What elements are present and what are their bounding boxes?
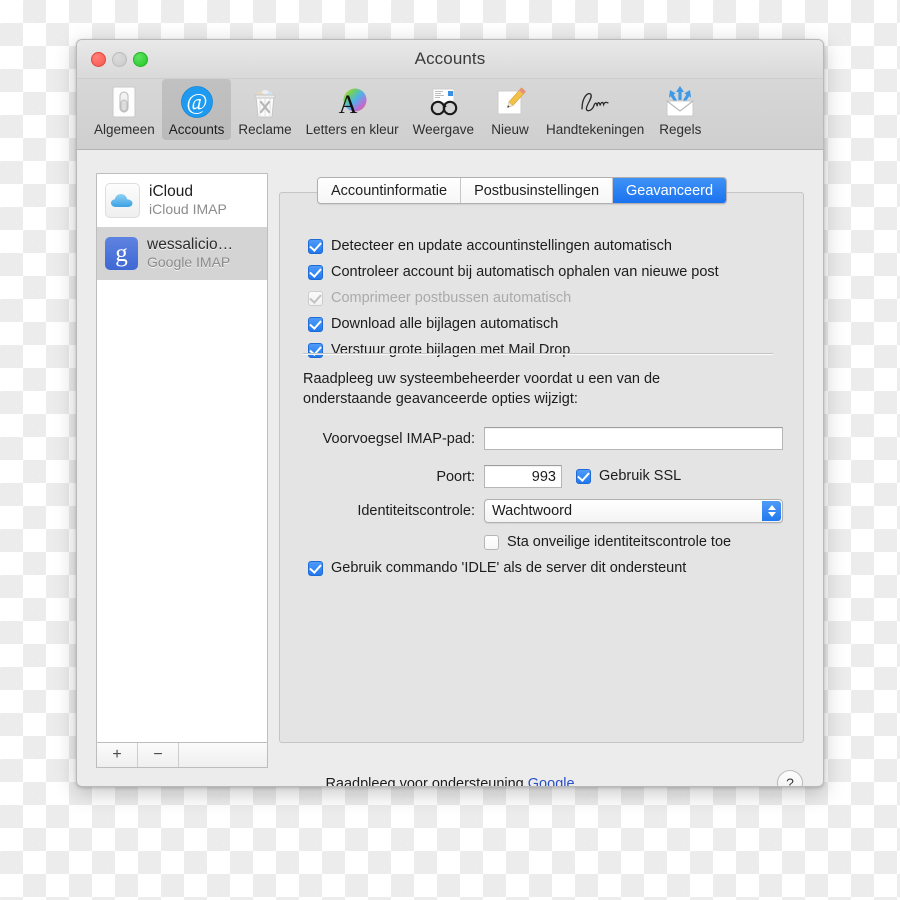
section-divider bbox=[303, 353, 773, 354]
account-type: Google IMAP bbox=[147, 254, 233, 271]
port-label: Poort: bbox=[303, 469, 475, 485]
accounts-list-footer: + − bbox=[96, 743, 268, 768]
toolbar-label: Accounts bbox=[169, 122, 225, 137]
authentication-row: Identiteitscontrole: Wachtwoord bbox=[303, 499, 783, 523]
account-name: wessalicio… bbox=[147, 236, 233, 254]
account-name: iCloud bbox=[149, 183, 227, 201]
toolbar-item-algemeen[interactable]: Algemeen bbox=[87, 79, 162, 140]
authentication-select[interactable]: Wachtwoord bbox=[484, 499, 783, 523]
toolbar-label: Weergave bbox=[413, 122, 474, 137]
svg-text:@: @ bbox=[186, 90, 207, 115]
remove-account-button[interactable]: − bbox=[138, 743, 179, 767]
imap-prefix-input[interactable] bbox=[484, 427, 783, 450]
insecure-auth-row[interactable]: Sta onveilige identiteitscontrole toe bbox=[484, 533, 731, 552]
port-input[interactable]: 993 bbox=[484, 465, 562, 488]
account-text: iCloud iCloud IMAP bbox=[149, 183, 227, 218]
insecure-auth-label: Sta onveilige identiteitscontrole toe bbox=[507, 533, 731, 552]
junk-trash-icon bbox=[246, 83, 284, 121]
add-account-button[interactable]: + bbox=[97, 743, 138, 767]
checkbox-use-ssl[interactable] bbox=[576, 469, 591, 484]
svg-text:A: A bbox=[339, 90, 358, 119]
account-text: wessalicio… Google IMAP bbox=[147, 236, 233, 271]
signature-icon bbox=[576, 83, 614, 121]
checkbox-label: Comprimeer postbussen automatisch bbox=[331, 289, 571, 308]
checkbox-row-compact-mailboxes: Comprimeer postbussen automatisch bbox=[308, 289, 778, 308]
preferences-toolbar: Algemeen @ Accounts bbox=[77, 79, 823, 150]
window-title: Accounts bbox=[77, 49, 823, 69]
google-icon: g bbox=[105, 237, 138, 270]
checkbox-detect-update[interactable] bbox=[308, 239, 323, 254]
account-type: iCloud IMAP bbox=[149, 201, 227, 218]
toolbar-label: Reclame bbox=[238, 122, 291, 137]
toolbar-label: Handtekeningen bbox=[546, 122, 644, 137]
toolbar-item-weergave[interactable]: Weergave bbox=[406, 79, 481, 140]
toolbar-item-reclame[interactable]: Reclame bbox=[231, 79, 298, 140]
checkbox-mail-drop[interactable] bbox=[308, 343, 323, 358]
rules-envelope-icon bbox=[661, 83, 699, 121]
authentication-value: Wachtwoord bbox=[485, 503, 572, 519]
accounts-list[interactable]: iCloud iCloud IMAP g wessalicio… Google … bbox=[96, 173, 268, 743]
port-row: Poort: 993 Gebruik SSL bbox=[303, 465, 783, 488]
ssl-checkbox-row[interactable]: Gebruik SSL bbox=[576, 467, 681, 486]
toolbar-item-nieuw[interactable]: Nieuw bbox=[481, 79, 539, 140]
settings-tabs: Accountinformatie Postbusinstellingen Ge… bbox=[317, 177, 727, 204]
tab-accountinformatie[interactable]: Accountinformatie bbox=[318, 178, 461, 203]
checkbox-download-attachments[interactable] bbox=[308, 317, 323, 332]
window-titlebar: Accounts bbox=[77, 40, 823, 79]
ssl-label: Gebruik SSL bbox=[599, 467, 681, 486]
list-item[interactable]: iCloud iCloud IMAP bbox=[97, 174, 267, 227]
general-switch-icon bbox=[105, 83, 143, 121]
google-g-glyph: g bbox=[115, 241, 128, 266]
authentication-label: Identiteitscontrole: bbox=[303, 503, 475, 519]
imap-prefix-row: Voorvoegsel IMAP-pad: bbox=[303, 427, 783, 450]
checkbox-row-check-account[interactable]: Controleer account bij automatisch ophal… bbox=[308, 263, 778, 282]
support-footer: Raadpleeg voor ondersteuning Google bbox=[77, 776, 823, 787]
tab-geavanceerd[interactable]: Geavanceerd bbox=[613, 178, 726, 203]
checkbox-row-download-attachments[interactable]: Download alle bijlagen automatisch bbox=[308, 315, 778, 334]
support-text: Raadpleeg voor ondersteuning bbox=[325, 776, 527, 787]
viewing-glasses-icon bbox=[424, 83, 462, 121]
help-button[interactable]: ? bbox=[777, 770, 803, 787]
support-link[interactable]: Google bbox=[528, 776, 575, 787]
tab-postbusinstellingen[interactable]: Postbusinstellingen bbox=[461, 178, 613, 203]
checkbox-compact-mailboxes bbox=[308, 291, 323, 306]
toolbar-label: Regels bbox=[659, 122, 701, 137]
toolbar-item-regels[interactable]: Regels bbox=[651, 79, 709, 140]
account-settings-panel: Detecteer en update accountinstellingen … bbox=[279, 192, 804, 743]
checkbox-row-mail-drop[interactable]: Verstuur grote bijlagen met Mail Drop bbox=[308, 341, 778, 360]
toolbar-label: Algemeen bbox=[94, 122, 155, 137]
advisory-text: Raadpleeg uw systeembeheerder voordat u … bbox=[303, 369, 703, 409]
chevron-updown-icon[interactable] bbox=[762, 501, 781, 521]
idle-command-label: Gebruik commando 'IDLE' als de server di… bbox=[331, 559, 686, 578]
idle-command-row[interactable]: Gebruik commando 'IDLE' als de server di… bbox=[308, 559, 686, 578]
checkbox-label: Verstuur grote bijlagen met Mail Drop bbox=[331, 341, 570, 360]
preferences-window: Accounts Algemeen @ Accounts bbox=[76, 39, 824, 787]
footer-spacer bbox=[179, 743, 267, 767]
list-item[interactable]: g wessalicio… Google IMAP bbox=[97, 227, 267, 280]
toolbar-label: Letters en kleur bbox=[306, 122, 399, 137]
checkbox-label: Controleer account bij automatisch ophal… bbox=[331, 263, 719, 282]
checkbox-row-detect-update[interactable]: Detecteer en update accountinstellingen … bbox=[308, 237, 778, 256]
fonts-colors-icon: A bbox=[333, 83, 371, 121]
checkbox-allow-insecure-auth[interactable] bbox=[484, 535, 499, 550]
toolbar-item-letters-en-kleur[interactable]: A Letters en kleur bbox=[299, 79, 406, 140]
advanced-checkbox-group: Detecteer en update accountinstellingen … bbox=[308, 237, 778, 367]
at-sign-icon: @ bbox=[178, 83, 216, 121]
composing-pencil-icon bbox=[491, 83, 529, 121]
toolbar-item-handtekeningen[interactable]: Handtekeningen bbox=[539, 79, 651, 140]
checkbox-label: Download alle bijlagen automatisch bbox=[331, 315, 558, 334]
checkbox-label: Detecteer en update accountinstellingen … bbox=[331, 237, 672, 256]
icloud-icon bbox=[105, 183, 140, 218]
toolbar-item-accounts[interactable]: @ Accounts bbox=[162, 79, 232, 140]
imap-prefix-label: Voorvoegsel IMAP-pad: bbox=[303, 431, 475, 447]
checkbox-use-idle[interactable] bbox=[308, 561, 323, 576]
checkbox-check-account[interactable] bbox=[308, 265, 323, 280]
toolbar-label: Nieuw bbox=[491, 122, 529, 137]
preferences-body: iCloud iCloud IMAP g wessalicio… Google … bbox=[77, 150, 823, 787]
